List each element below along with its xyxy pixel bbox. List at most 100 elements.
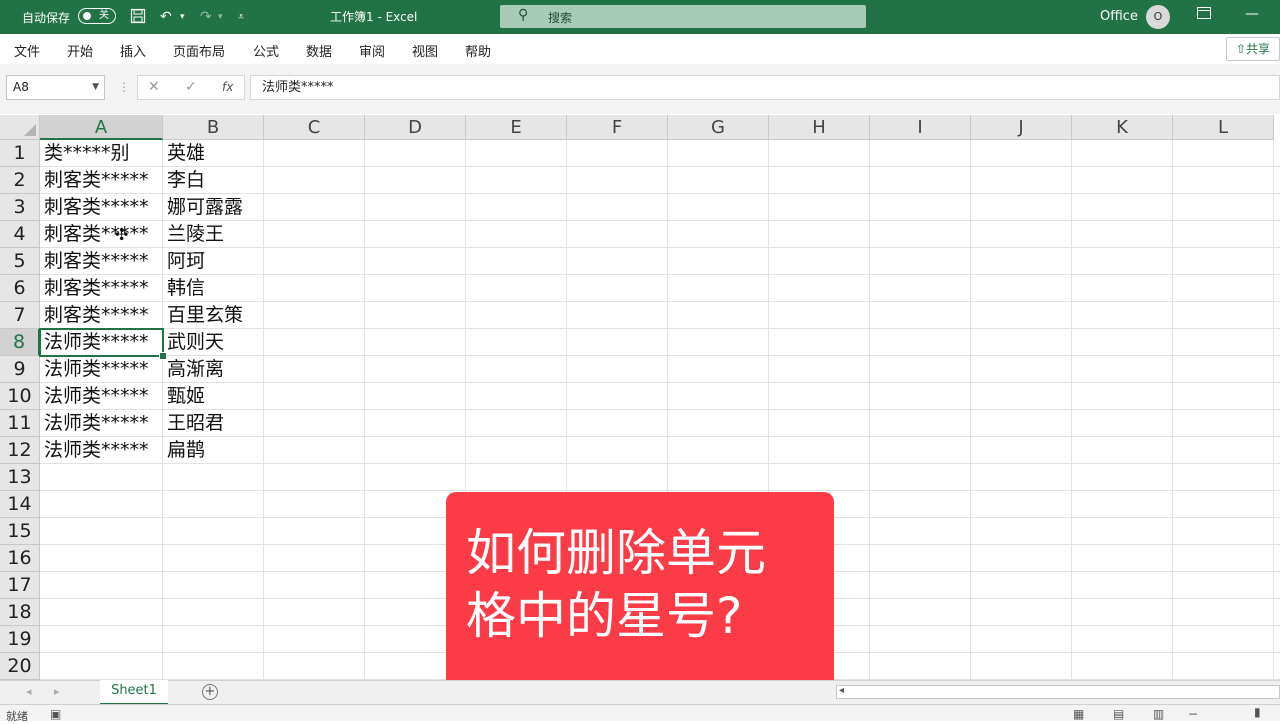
zoom-out-icon[interactable]: − — [1188, 707, 1198, 721]
horizontal-scrollbar[interactable]: ◂ — [836, 685, 1280, 699]
cancel-icon[interactable]: ✕ — [148, 79, 160, 95]
column-header-b[interactable]: B — [163, 115, 264, 140]
page-layout-view-icon[interactable]: ▤ — [1113, 707, 1124, 721]
row-header-8[interactable]: 8 — [0, 329, 40, 356]
row-header-6[interactable]: 6 — [0, 275, 40, 302]
sheet-tab-sheet1[interactable]: Sheet1 — [100, 680, 168, 705]
zoom-slider-thumb[interactable]: ▮ — [1254, 705, 1261, 719]
cell-b7[interactable]: 百里玄策 — [163, 302, 264, 329]
cell-a5[interactable]: 刺客类***** — [40, 248, 163, 275]
row-header-16[interactable]: 16 — [0, 545, 40, 572]
sheet-prev-icon[interactable]: ◂ — [26, 685, 32, 698]
redo-icon[interactable]: ↷ — [200, 8, 212, 26]
customize-toolbar-icon[interactable]: ⩡ — [238, 8, 244, 26]
cell-a6[interactable]: 刺客类***** — [40, 275, 163, 302]
formula-bar-resize-icon[interactable]: ⋮ — [118, 80, 130, 94]
scroll-left-icon[interactable]: ◂ — [839, 685, 844, 696]
row-header-7[interactable]: 7 — [0, 302, 40, 329]
row-header-12[interactable]: 12 — [0, 437, 40, 464]
row-header-9[interactable]: 9 — [0, 356, 40, 383]
sheet-next-icon[interactable]: ▸ — [54, 685, 60, 698]
row-header-4[interactable]: 4 — [0, 221, 40, 248]
tab-page-layout[interactable]: 页面布局 — [173, 41, 225, 60]
cell-a4[interactable]: 刺客类***** — [40, 221, 163, 248]
redo-dropdown-icon[interactable]: ▾ — [218, 8, 223, 26]
column-header-h[interactable]: H — [769, 115, 870, 140]
cell-a1[interactable]: 类*****别 — [40, 140, 163, 167]
search-box[interactable]: ⚲ 搜索 — [500, 5, 866, 28]
cell-a11[interactable]: 法师类***** — [40, 410, 163, 437]
row-header-20[interactable]: 20 — [0, 653, 40, 680]
tab-help[interactable]: 帮助 — [465, 41, 491, 60]
column-header-j[interactable]: J — [971, 115, 1072, 140]
insert-function-icon[interactable]: fx — [222, 80, 233, 94]
tab-view[interactable]: 视图 — [412, 41, 438, 60]
share-label: 共享 — [1246, 42, 1271, 56]
row-header-18[interactable]: 18 — [0, 599, 40, 626]
row-header-19[interactable]: 19 — [0, 626, 40, 653]
cell-a9[interactable]: 法师类***** — [40, 356, 163, 383]
column-header-g[interactable]: G — [668, 115, 769, 140]
cell-b1[interactable]: 英雄 — [163, 140, 264, 167]
tab-formulas[interactable]: 公式 — [253, 41, 279, 60]
row-header-15[interactable]: 15 — [0, 518, 40, 545]
minimize-icon[interactable]: — — [1245, 6, 1259, 22]
ribbon-display-icon[interactable] — [1197, 7, 1211, 23]
cell-b12[interactable]: 扁鹊 — [163, 437, 264, 464]
save-icon[interactable] — [130, 8, 146, 26]
row-header-1[interactable]: 1 — [0, 140, 40, 167]
row-header-2[interactable]: 2 — [0, 167, 40, 194]
tab-home[interactable]: 开始 — [67, 41, 93, 60]
cell-b11[interactable]: 王昭君 — [163, 410, 264, 437]
cell-b6[interactable]: 韩信 — [163, 275, 264, 302]
autosave-toggle[interactable]: 关 — [78, 8, 116, 24]
name-box[interactable]: A8 ▼ — [6, 75, 105, 100]
undo-dropdown-icon[interactable]: ▾ — [180, 8, 185, 26]
column-header-c[interactable]: C — [264, 115, 365, 140]
select-all-button[interactable] — [0, 115, 40, 140]
column-header-k[interactable]: K — [1072, 115, 1173, 140]
cell-b10[interactable]: 甄姬 — [163, 383, 264, 410]
account-label[interactable]: Office — [1100, 9, 1138, 24]
chevron-down-icon[interactable]: ▼ — [92, 76, 99, 99]
row-header-5[interactable]: 5 — [0, 248, 40, 275]
cell-a2[interactable]: 刺客类***** — [40, 167, 163, 194]
share-button[interactable]: ⇧共享 — [1226, 37, 1280, 61]
accessibility-icon[interactable]: ▣ — [50, 707, 61, 721]
column-header-l[interactable]: L — [1173, 115, 1274, 140]
cell-b5[interactable]: 阿珂 — [163, 248, 264, 275]
page-break-view-icon[interactable]: ▥ — [1153, 707, 1164, 721]
add-sheet-icon[interactable]: + — [202, 684, 218, 700]
column-header-e[interactable]: E — [466, 115, 567, 140]
normal-view-icon[interactable]: ▦ — [1073, 707, 1084, 721]
undo-icon[interactable]: ↶ — [160, 8, 172, 26]
row-header-17[interactable]: 17 — [0, 572, 40, 599]
enter-icon[interactable]: ✓ — [185, 79, 197, 95]
tab-data[interactable]: 数据 — [306, 41, 332, 60]
row-header-10[interactable]: 10 — [0, 383, 40, 410]
tab-review[interactable]: 审阅 — [359, 41, 385, 60]
row-header-3[interactable]: 3 — [0, 194, 40, 221]
cell-a12[interactable]: 法师类***** — [40, 437, 163, 464]
autosave-state: 关 — [99, 10, 109, 21]
cell-b2[interactable]: 李白 — [163, 167, 264, 194]
fill-handle[interactable] — [159, 352, 167, 360]
cell-b4[interactable]: 兰陵王 — [163, 221, 264, 248]
row-header-13[interactable]: 13 — [0, 464, 40, 491]
cell-b9[interactable]: 高渐离 — [163, 356, 264, 383]
cell-a7[interactable]: 刺客类***** — [40, 302, 163, 329]
tab-insert[interactable]: 插入 — [120, 41, 146, 60]
cell-a10[interactable]: 法师类***** — [40, 383, 163, 410]
tab-file[interactable]: 文件 — [14, 41, 40, 60]
avatar[interactable]: O — [1146, 5, 1170, 29]
column-header-i[interactable]: I — [870, 115, 971, 140]
column-header-a[interactable]: A — [40, 115, 163, 140]
cell-b3[interactable]: 娜可露露 — [163, 194, 264, 221]
column-header-f[interactable]: F — [567, 115, 668, 140]
cell-b8[interactable]: 武则天 — [163, 329, 264, 356]
column-header-d[interactable]: D — [365, 115, 466, 140]
formula-input[interactable]: 法师类***** — [250, 75, 1280, 100]
row-header-11[interactable]: 11 — [0, 410, 40, 437]
cell-a3[interactable]: 刺客类***** — [40, 194, 163, 221]
row-header-14[interactable]: 14 — [0, 491, 40, 518]
